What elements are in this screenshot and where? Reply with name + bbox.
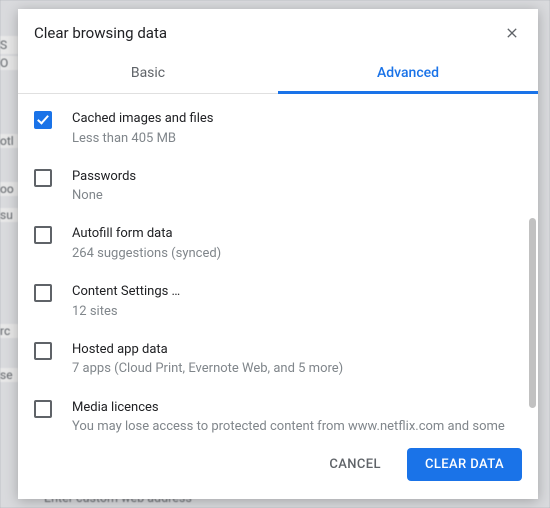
close-button[interactable]: [502, 23, 522, 43]
option-hosted-app-data: Hosted app data 7 apps (Cloud Print, Eve…: [32, 331, 515, 389]
dialog-header: Clear browsing data: [18, 9, 538, 55]
checkbox-hosted-app-data[interactable]: [34, 342, 52, 360]
option-autofill: Autofill form data 264 suggestions (sync…: [32, 215, 515, 273]
cancel-button[interactable]: CANCEL: [311, 448, 399, 481]
option-subtitle: 264 suggestions (synced): [72, 245, 515, 263]
scrollbar-thumb[interactable]: [529, 218, 536, 408]
checkbox-content-settings[interactable]: [34, 284, 52, 302]
options-list: Cached images and files Less than 405 MB…: [18, 94, 529, 434]
checkbox-passwords[interactable]: [34, 169, 52, 187]
clear-browsing-data-dialog: Clear browsing data Basic Advanced Cache…: [18, 9, 538, 499]
dialog-footer: CANCEL CLEAR DATA: [18, 434, 538, 499]
close-icon: [504, 25, 520, 41]
option-subtitle: 12 sites: [72, 303, 515, 321]
option-content-settings: Content Settings … 12 sites: [32, 273, 515, 331]
bg-left-5: rc: [0, 324, 18, 338]
option-title: Passwords: [72, 168, 515, 186]
tabs: Basic Advanced: [18, 55, 538, 94]
option-passwords: Passwords None: [32, 158, 515, 216]
bg-left-6: se: [0, 368, 18, 382]
tab-advanced[interactable]: Advanced: [278, 55, 538, 93]
option-cached-images: Cached images and files Less than 405 MB: [32, 100, 515, 158]
option-subtitle: None: [72, 187, 515, 205]
option-title: Autofill form data: [72, 225, 515, 243]
option-title: Hosted app data: [72, 341, 515, 359]
option-media-licences: Media licences You may lose access to pr…: [32, 389, 515, 434]
dialog-content: Cached images and files Less than 405 MB…: [18, 94, 538, 434]
tab-basic[interactable]: Basic: [18, 55, 278, 93]
bg-left-4: su: [0, 208, 18, 222]
bg-left-2: otl: [0, 134, 18, 148]
checkbox-cached-images[interactable]: [34, 111, 52, 129]
bg-left-0: S: [0, 36, 18, 54]
option-subtitle: 7 apps (Cloud Print, Evernote Web, and 5…: [72, 360, 515, 378]
scrollbar[interactable]: [529, 98, 536, 430]
bg-left-3: oo: [0, 182, 18, 196]
dialog-title: Clear browsing data: [34, 24, 167, 42]
clear-data-button[interactable]: CLEAR DATA: [407, 448, 522, 481]
checkbox-media-licences[interactable]: [34, 400, 52, 418]
option-title: Cached images and files: [72, 110, 515, 128]
option-title: Content Settings …: [72, 283, 515, 301]
checkbox-autofill[interactable]: [34, 226, 52, 244]
option-title: Media licences: [72, 399, 515, 417]
bg-left-1: O: [0, 56, 18, 70]
option-subtitle: You may lose access to protected content…: [72, 418, 515, 434]
option-subtitle: Less than 405 MB: [72, 130, 515, 148]
